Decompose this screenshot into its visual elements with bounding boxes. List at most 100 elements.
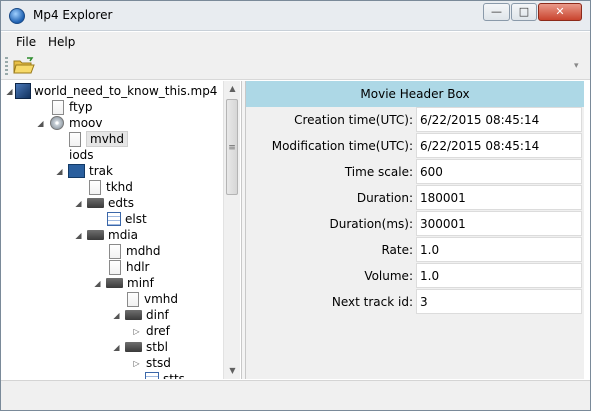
collapse-icon[interactable]: ◢ — [55, 167, 64, 176]
menu-help[interactable]: Help — [48, 35, 75, 49]
property-row: Volume: 1.0 — [246, 263, 584, 289]
property-row: Duration(ms): 300001 — [246, 211, 584, 237]
tree-node-hdlr[interactable]: hdlr — [107, 259, 150, 275]
collapse-icon[interactable]: ◢ — [5, 87, 14, 96]
file-icon — [69, 131, 81, 147]
tree-node-label: trak — [89, 164, 113, 178]
box-tree: ◢ world_need_to_know_this.mp4 ftyp ◢ moo… — [1, 81, 223, 379]
box-icon — [125, 342, 142, 352]
property-value[interactable]: 6/22/2015 08:45:14 — [416, 107, 582, 132]
property-row: Time scale: 600 — [246, 159, 584, 185]
panel-header: Movie Header Box — [246, 81, 584, 107]
tree-node-label: world_need_to_know_this.mp4 — [34, 84, 218, 98]
tree-node-mdia[interactable]: ◢ mdia — [75, 227, 138, 243]
box-icon — [106, 278, 123, 288]
tree-node-stts[interactable]: stts — [145, 371, 185, 379]
tree-node-trak[interactable]: ◢ trak — [56, 163, 113, 179]
app-window: Mp4 Explorer — □ ✕ File Help ▾ ◢ world_n… — [0, 0, 591, 411]
tree-node-mvhd[interactable]: mvhd — [67, 131, 129, 147]
tree-node-stsd[interactable]: ▷ stsd — [133, 355, 171, 371]
property-row: Rate: 1.0 — [246, 237, 584, 263]
film-icon — [68, 164, 85, 178]
tree-node-label: vmhd — [144, 292, 179, 306]
tree-node-dinf[interactable]: ◢ dinf — [113, 307, 169, 323]
expand-icon[interactable]: ▷ — [132, 359, 141, 368]
tree-node-label: stts — [163, 372, 185, 379]
tree-node-label: dinf — [146, 308, 169, 322]
minimize-button[interactable]: — — [483, 3, 510, 21]
file-icon — [52, 99, 64, 115]
tree-node-moov[interactable]: ◢ moov — [37, 115, 103, 131]
maximize-button[interactable]: □ — [511, 3, 537, 21]
tree-node-label: dref — [146, 324, 170, 338]
toolbar-grip[interactable] — [5, 57, 8, 75]
tree-node-iods[interactable]: iods — [69, 147, 94, 163]
toolbar-overflow-icon[interactable]: ▾ — [574, 58, 584, 74]
property-label: Modification time(UTC): — [271, 139, 413, 153]
tree-node-label: moov — [69, 116, 103, 130]
tree-node-vmhd[interactable]: vmhd — [125, 291, 178, 307]
close-button[interactable]: ✕ — [538, 3, 582, 21]
tree-node-dref[interactable]: ▷ dref — [133, 323, 170, 339]
table-icon — [107, 212, 121, 226]
title-bar[interactable]: Mp4 Explorer — □ ✕ — [1, 1, 590, 31]
tree-node-label: hdlr — [126, 260, 150, 274]
properties-panel: Movie Header Box Creation time(UTC): 6/2… — [246, 81, 584, 379]
tree-node-label: stsd — [146, 356, 171, 370]
tree-node-ftyp[interactable]: ftyp — [50, 99, 92, 115]
property-label: Next track id: — [331, 295, 413, 309]
collapse-icon[interactable]: ◢ — [74, 231, 83, 240]
tree-node-label: tkhd — [106, 180, 133, 194]
tree-node-edts[interactable]: ◢ edts — [75, 195, 134, 211]
property-value[interactable]: 3 — [416, 289, 582, 314]
tree-node-label-selected: mvhd — [86, 131, 129, 147]
collapse-icon[interactable]: ◢ — [36, 119, 45, 128]
file-icon — [89, 179, 101, 195]
table-icon — [145, 372, 159, 379]
tree-node-elst[interactable]: elst — [107, 211, 147, 227]
scroll-thumb[interactable]: ≡ — [226, 99, 238, 195]
property-value[interactable]: 6/22/2015 08:45:14 — [416, 133, 582, 158]
property-row: Duration: 180001 — [246, 185, 584, 211]
property-row: Creation time(UTC): 6/22/2015 08:45:14 — [246, 107, 584, 133]
collapse-icon[interactable]: ◢ — [74, 199, 83, 208]
property-label: Duration(ms): — [329, 217, 413, 231]
box-icon — [125, 310, 142, 320]
tree-node-root[interactable]: ◢ world_need_to_know_this.mp4 — [6, 83, 218, 99]
mp4-file-icon — [15, 83, 31, 99]
collapse-icon[interactable]: ◢ — [112, 343, 121, 352]
app-icon — [9, 8, 25, 24]
scroll-up-icon[interactable]: ▲ — [224, 81, 241, 97]
property-value[interactable]: 300001 — [416, 211, 582, 236]
property-row: Next track id: 3 — [246, 289, 584, 315]
tree-node-stbl[interactable]: ◢ stbl — [113, 339, 168, 355]
property-value[interactable]: 180001 — [416, 185, 582, 210]
tree-node-label: edts — [108, 196, 134, 210]
status-bar — [1, 380, 590, 410]
property-value[interactable]: 1.0 — [416, 237, 582, 262]
tree-node-label: mdhd — [126, 244, 161, 258]
tree-scrollbar[interactable]: ▲ ≡ ▼ — [223, 81, 240, 379]
toolbar: ▾ — [1, 52, 590, 80]
tree-node-mdhd[interactable]: mdhd — [107, 243, 161, 259]
property-label: Rate: — [381, 243, 413, 257]
property-value[interactable]: 600 — [416, 159, 582, 184]
open-folder-icon[interactable] — [13, 57, 35, 75]
menu-file[interactable]: File — [16, 35, 36, 49]
file-icon — [109, 259, 121, 275]
scroll-down-icon[interactable]: ▼ — [224, 363, 241, 379]
collapse-icon[interactable]: ◢ — [112, 311, 121, 320]
box-icon — [87, 230, 104, 240]
property-value[interactable]: 1.0 — [416, 263, 582, 288]
tree-node-label: minf — [127, 276, 154, 290]
menu-bar: File Help — [1, 32, 590, 52]
tree-node-minf[interactable]: ◢ minf — [94, 275, 154, 291]
disc-icon — [50, 116, 64, 130]
collapse-icon[interactable]: ◢ — [93, 279, 102, 288]
tree-node-tkhd[interactable]: tkhd — [87, 179, 133, 195]
property-label: Creation time(UTC): — [294, 113, 413, 127]
property-label: Duration: — [356, 191, 413, 205]
tree-node-label: ftyp — [69, 100, 93, 114]
expand-icon[interactable]: ▷ — [132, 327, 141, 336]
box-icon — [87, 198, 104, 208]
